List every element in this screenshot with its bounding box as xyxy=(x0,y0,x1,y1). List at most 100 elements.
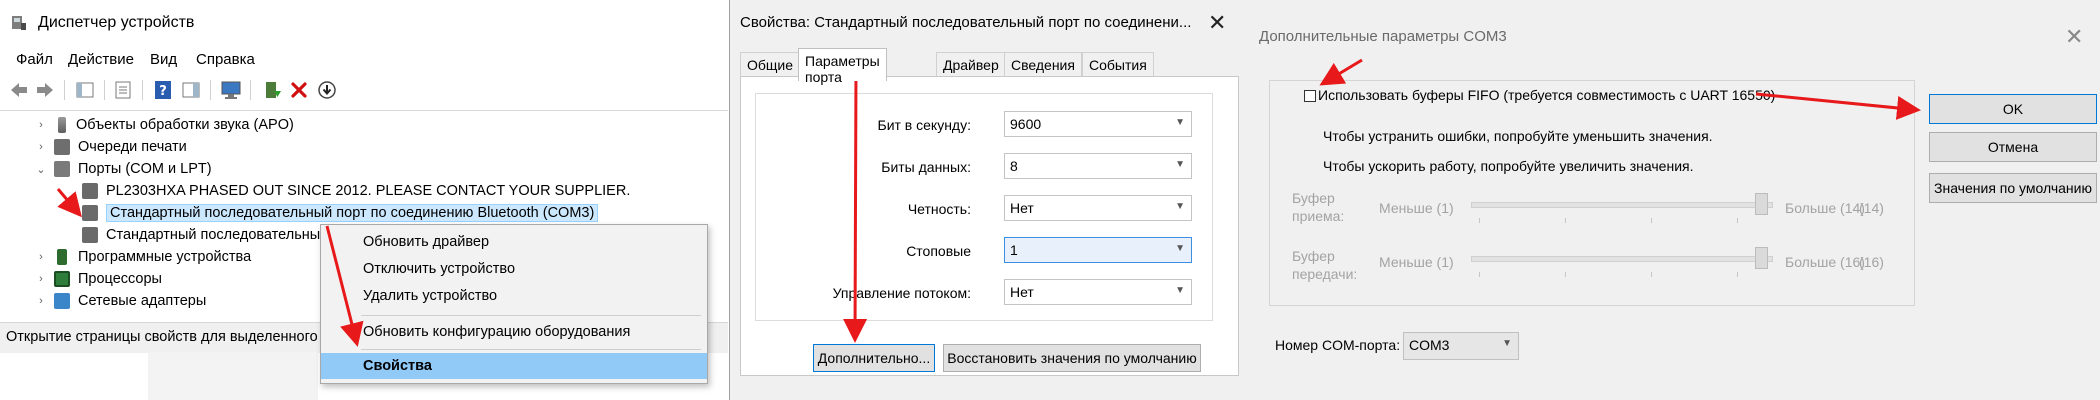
tree-item-ports[interactable]: ⌄ Порты (COM и LPT) xyxy=(34,158,212,180)
tree-item-serial-port[interactable]: Стандартный последовательный xyxy=(70,224,328,246)
tab-details[interactable]: Сведения xyxy=(1004,52,1082,79)
rx-value: (14) xyxy=(1859,200,1884,216)
update-driver-icon[interactable] xyxy=(262,79,284,101)
chevron-right-icon[interactable]: › xyxy=(34,295,48,307)
menu-help[interactable]: Справка xyxy=(192,51,259,68)
toolbar: ? xyxy=(0,72,728,108)
context-disable-device[interactable]: Отключить устройство xyxy=(321,256,707,282)
tree-item-label: Объекты обработки звука (APO) xyxy=(76,117,294,133)
port-icon xyxy=(54,161,70,177)
defaults-button[interactable]: Значения по умолчанию xyxy=(1929,173,2097,203)
chevron-right-icon[interactable]: › xyxy=(34,141,48,153)
parity-label: Четность: xyxy=(907,201,971,217)
hint-increase: Чтобы ускорить работу, попробуйте увелич… xyxy=(1323,158,1694,174)
chevron-down-icon: ▼ xyxy=(1175,159,1185,170)
tree-item-network-adapters[interactable]: › Сетевые адаптеры xyxy=(34,290,206,312)
baud-rate-select[interactable]: 9600 ▼ xyxy=(1004,111,1192,137)
show-hide-console-tree-icon[interactable] xyxy=(74,79,96,101)
advanced-button[interactable]: Дополнительно... xyxy=(813,344,935,372)
help-icon[interactable]: ? xyxy=(152,79,174,101)
tree-item-audio-processing[interactable]: › Объекты обработки звука (APO) xyxy=(34,114,294,136)
context-update-driver[interactable]: Обновить драйвер xyxy=(321,229,707,255)
tree-item-label: Порты (COM и LPT) xyxy=(78,161,212,177)
menu-bar: Файл Действие Вид Справка xyxy=(0,48,728,72)
context-menu: Обновить драйвер Отключить устройство Уд… xyxy=(320,224,708,384)
ok-button[interactable]: OK xyxy=(1929,94,2097,124)
tx-slider-thumb[interactable] xyxy=(1755,247,1768,269)
tree-item-bluetooth-com3[interactable]: Стандартный последовательный порт по сое… xyxy=(70,202,599,224)
title-bar: Диспетчер устройств xyxy=(0,0,728,48)
network-adapter-icon xyxy=(54,293,70,309)
tx-value: (16) xyxy=(1859,254,1884,270)
port-properties-dialog: Свойства: Стандартный последовательный п… xyxy=(729,0,1250,400)
rx-slider-thumb[interactable] xyxy=(1755,193,1768,215)
tree-item-label: Очереди печати xyxy=(78,139,187,155)
rx-buffer-label-2: приема: xyxy=(1292,208,1345,224)
status-text: Открытие страницы свойств для выделенног… xyxy=(6,329,330,345)
processor-icon xyxy=(54,271,70,287)
device-manager-window: Диспетчер устройств Файл Действие Вид Сп… xyxy=(0,0,728,400)
flow-control-label: Управление потоком: xyxy=(832,285,971,301)
tx-buffer-label-2: передачи: xyxy=(1292,266,1358,282)
parity-select[interactable]: Нет ▼ xyxy=(1004,195,1192,221)
context-uninstall-device[interactable]: Удалить устройство xyxy=(321,283,707,309)
chevron-right-icon[interactable]: › xyxy=(34,251,48,263)
scan-hardware-icon[interactable] xyxy=(220,79,242,101)
chevron-right-icon[interactable]: › xyxy=(34,273,48,285)
tree-item-print-queues[interactable]: › Очереди печати xyxy=(34,136,187,158)
flow-control-select[interactable]: Нет ▼ xyxy=(1004,279,1192,305)
back-arrow-icon[interactable] xyxy=(8,79,30,101)
chevron-down-icon[interactable]: ⌄ xyxy=(34,163,48,176)
restore-defaults-button[interactable]: Восстановить значения по умолчанию xyxy=(943,344,1201,372)
background-area xyxy=(148,352,318,400)
tree-item-label: Процессоры xyxy=(78,271,162,287)
tab-general[interactable]: Общие xyxy=(740,52,801,79)
tab-port-settings[interactable]: Параметры порта xyxy=(798,48,887,85)
tree-item-label-selected: Стандартный последовательный порт по сое… xyxy=(106,204,599,222)
properties-icon[interactable] xyxy=(112,79,134,101)
dialog-title: Дополнительные параметры COM3 xyxy=(1259,28,1507,45)
menu-view[interactable]: Вид xyxy=(146,51,181,68)
tree-item-processors[interactable]: › Процессоры xyxy=(34,268,162,290)
action-pane-icon[interactable] xyxy=(180,79,202,101)
rx-buffer-label: Буфер xyxy=(1292,190,1335,206)
chevron-down-icon: ▼ xyxy=(1175,201,1185,212)
stop-bits-select[interactable]: 1 ▼ xyxy=(1004,237,1192,263)
device-manager-icon xyxy=(10,14,28,32)
tab-events[interactable]: События xyxy=(1082,52,1154,79)
cancel-button[interactable]: Отмена xyxy=(1929,132,2097,162)
dialog-title: Свойства: Стандартный последовательный п… xyxy=(740,14,1192,31)
settings-frame xyxy=(1269,80,1915,306)
forward-arrow-icon[interactable] xyxy=(34,79,56,101)
rx-buffer-slider[interactable] xyxy=(1471,202,1773,208)
context-properties[interactable]: Свойства xyxy=(321,353,707,379)
uninstall-icon[interactable] xyxy=(288,79,310,101)
context-scan-hardware[interactable]: Обновить конфигурацию оборудования xyxy=(321,319,707,345)
chevron-right-icon[interactable]: › xyxy=(34,119,48,131)
port-device-icon xyxy=(82,227,98,243)
svg-text:?: ? xyxy=(159,84,167,99)
port-device-icon xyxy=(82,205,98,221)
tx-min-label: Меньше (1) xyxy=(1379,254,1454,270)
window-title: Диспетчер устройств xyxy=(38,14,195,31)
tree-item-label: Стандартный последовательный xyxy=(106,227,329,243)
tab-driver[interactable]: Драйвер xyxy=(936,52,1006,79)
close-icon[interactable]: ✕ xyxy=(2065,26,2083,48)
data-bits-label: Биты данных: xyxy=(881,159,971,175)
tx-buffer-slider[interactable] xyxy=(1471,256,1773,262)
fifo-label: Использовать буферы FIFO (требуется совм… xyxy=(1318,87,1776,103)
com-port-select[interactable]: COM3 ▼ xyxy=(1403,332,1519,360)
hint-decrease: Чтобы устранить ошибки, попробуйте умень… xyxy=(1323,128,1713,144)
menu-action[interactable]: Действие xyxy=(64,51,138,68)
close-icon[interactable]: ✕ xyxy=(1208,12,1226,34)
fifo-checkbox[interactable] xyxy=(1304,90,1316,102)
disable-device-icon[interactable] xyxy=(316,79,338,101)
tree-item-pl2303[interactable]: PL2303HXA PHASED OUT SINCE 2012. PLEASE … xyxy=(70,180,630,202)
menu-file[interactable]: Файл xyxy=(12,51,57,68)
tree-item-label: PL2303HXA PHASED OUT SINCE 2012. PLEASE … xyxy=(106,183,631,199)
chevron-down-icon: ▼ xyxy=(1175,117,1185,128)
speaker-icon xyxy=(58,117,66,133)
tree-item-software-devices[interactable]: › Программные устройства xyxy=(34,246,251,268)
data-bits-select[interactable]: 8 ▼ xyxy=(1004,153,1192,179)
com-port-label: Номер COM-порта: xyxy=(1275,337,1401,353)
